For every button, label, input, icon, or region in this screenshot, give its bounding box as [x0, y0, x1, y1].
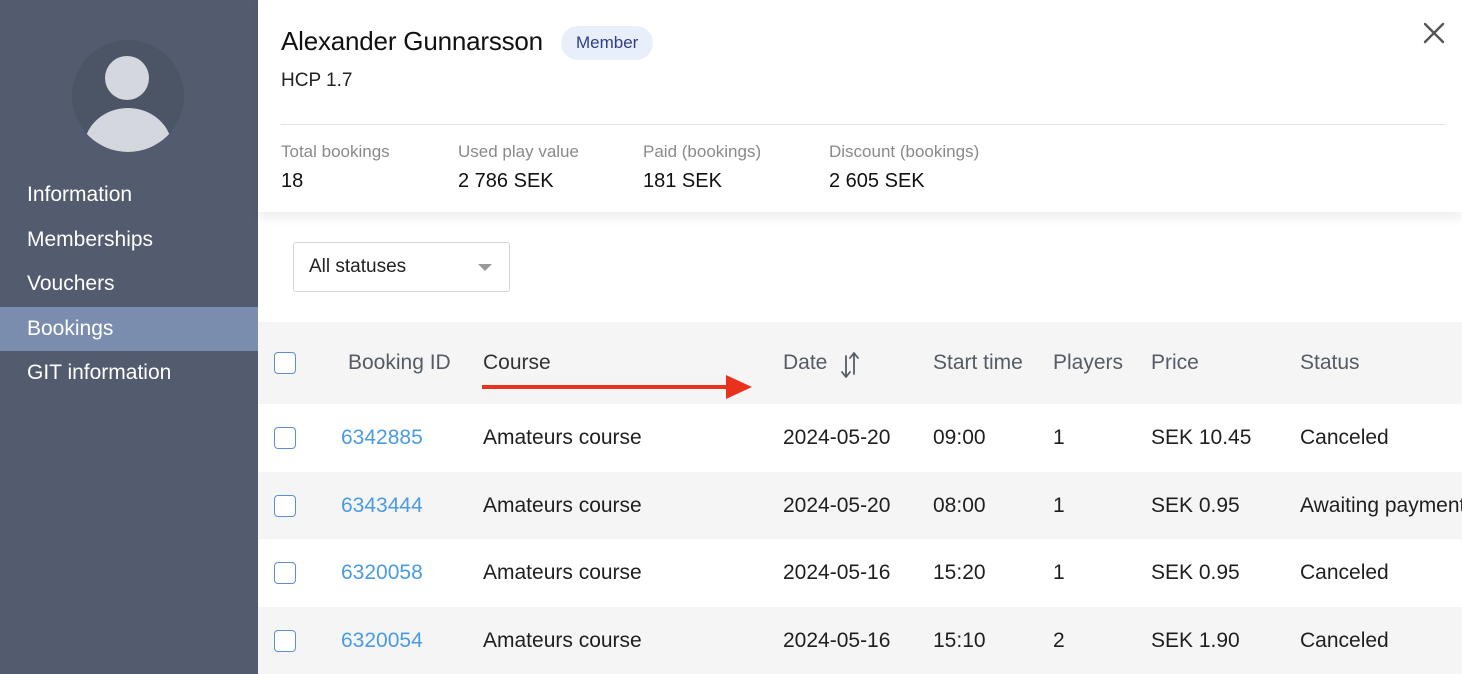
- column-header-status[interactable]: Status: [1300, 322, 1360, 404]
- stat-discount-bookings: Discount (bookings) 2 605 SEK: [829, 142, 979, 193]
- column-header-date[interactable]: Date: [783, 322, 827, 404]
- stat-total-bookings: Total bookings 18: [281, 142, 390, 193]
- avatar: [72, 40, 184, 152]
- cell-date: 2024-05-16: [783, 561, 891, 584]
- cell-price: SEK 0.95: [1151, 561, 1240, 584]
- table-row[interactable]: 6343444 Amateurs course 2024-05-20 08:00…: [258, 471, 1462, 540]
- cell-date: 2024-05-16: [783, 628, 891, 652]
- sidebar-item-vouchers[interactable]: Vouchers: [0, 262, 258, 307]
- booking-id-link[interactable]: 6343444: [341, 472, 423, 540]
- cell-players: 2: [1053, 628, 1065, 652]
- stat-value: 18: [281, 170, 304, 192]
- cell-course: Amateurs course: [483, 561, 642, 584]
- column-header-price[interactable]: Price: [1151, 322, 1199, 404]
- row-checkbox[interactable]: [274, 494, 296, 517]
- cell-status: Canceled: [1300, 426, 1389, 449]
- cell-course: Amateurs course: [483, 493, 642, 517]
- close-icon[interactable]: [1422, 21, 1446, 45]
- sidebar-item-bookings[interactable]: Bookings: [0, 306, 258, 351]
- booking-id-link[interactable]: 6320058: [341, 539, 423, 607]
- status-filter-select[interactable]: All statuses: [293, 242, 510, 292]
- stat-used-play-value: Used play value 2 786 SEK: [458, 142, 579, 193]
- cell-players: 1: [1053, 561, 1065, 584]
- row-checkbox[interactable]: [274, 562, 296, 584]
- cell-start-time: 09:00: [933, 426, 986, 449]
- stat-label: Discount (bookings): [829, 142, 980, 161]
- divider: [281, 124, 1446, 125]
- select-all-checkbox[interactable]: [274, 352, 296, 374]
- table-row[interactable]: 6342885 Amateurs course 2024-05-20 09:00…: [258, 404, 1462, 472]
- stat-label: Paid (bookings): [643, 142, 762, 161]
- sidebar-item-git-information[interactable]: GIT information: [0, 351, 258, 396]
- table-row[interactable]: 6320058 Amateurs course 2024-05-16 15:20…: [258, 539, 1462, 607]
- stat-paid-bookings: Paid (bookings) 181 SEK: [643, 142, 761, 193]
- cell-status: Canceled: [1300, 628, 1389, 652]
- row-checkbox[interactable]: [274, 629, 296, 652]
- sidebar-nav: Information Memberships Vouchers Booking…: [0, 173, 258, 396]
- cell-date: 2024-05-20: [783, 493, 891, 517]
- cell-course: Amateurs course: [483, 628, 642, 652]
- booking-id-link[interactable]: 6320054: [341, 607, 423, 674]
- column-header-start-time[interactable]: Start time: [933, 322, 1023, 404]
- annotation-arrow-icon: [482, 375, 752, 399]
- column-header-booking-id[interactable]: Booking ID: [348, 322, 451, 404]
- cell-status: Canceled: [1300, 561, 1389, 584]
- stat-value: 181 SEK: [643, 170, 722, 192]
- caret-down-icon: [478, 264, 492, 271]
- membership-badge: Member: [561, 26, 654, 60]
- sort-arrows-icon[interactable]: [840, 350, 860, 380]
- table-row[interactable]: 6320054 Amateurs course 2024-05-16 15:10…: [258, 606, 1462, 674]
- cell-start-time: 15:10: [933, 628, 986, 652]
- cell-status: Awaiting payment: [1300, 493, 1462, 517]
- row-checkbox[interactable]: [274, 427, 296, 449]
- cell-date: 2024-05-20: [783, 426, 891, 449]
- handicap-text: HCP 1.7: [281, 70, 353, 91]
- cell-players: 1: [1053, 493, 1065, 517]
- sidebar: Information Memberships Vouchers Booking…: [0, 0, 258, 674]
- sidebar-item-information[interactable]: Information: [0, 173, 258, 218]
- cell-price: SEK 10.45: [1151, 426, 1252, 449]
- column-header-players[interactable]: Players: [1053, 322, 1123, 404]
- main-panel: Alexander Gunnarsson Member HCP 1.7 Tota…: [258, 0, 1462, 674]
- cell-course: Amateurs course: [483, 426, 642, 449]
- stat-value: 2 786 SEK: [458, 170, 554, 192]
- table-header: Booking ID Course Date Start time Player…: [258, 322, 1462, 404]
- cell-price: SEK 1.90: [1151, 628, 1240, 652]
- player-name: Alexander Gunnarsson: [281, 26, 543, 56]
- cell-start-time: 08:00: [933, 493, 986, 517]
- stat-value: 2 605 SEK: [829, 170, 925, 192]
- user-avatar-icon-body: [84, 108, 172, 152]
- booking-id-link[interactable]: 6342885: [341, 404, 423, 472]
- status-filter-value: All statuses: [309, 256, 407, 277]
- stat-label: Total bookings: [281, 142, 390, 161]
- cell-players: 1: [1053, 426, 1065, 449]
- cell-price: SEK 0.95: [1151, 493, 1240, 517]
- user-avatar-icon-head: [105, 56, 149, 100]
- profile-card: Alexander Gunnarsson Member HCP 1.7 Tota…: [258, 0, 1462, 212]
- cell-start-time: 15:20: [933, 561, 986, 584]
- sidebar-item-memberships[interactable]: Memberships: [0, 218, 258, 263]
- stat-label: Used play value: [458, 142, 579, 161]
